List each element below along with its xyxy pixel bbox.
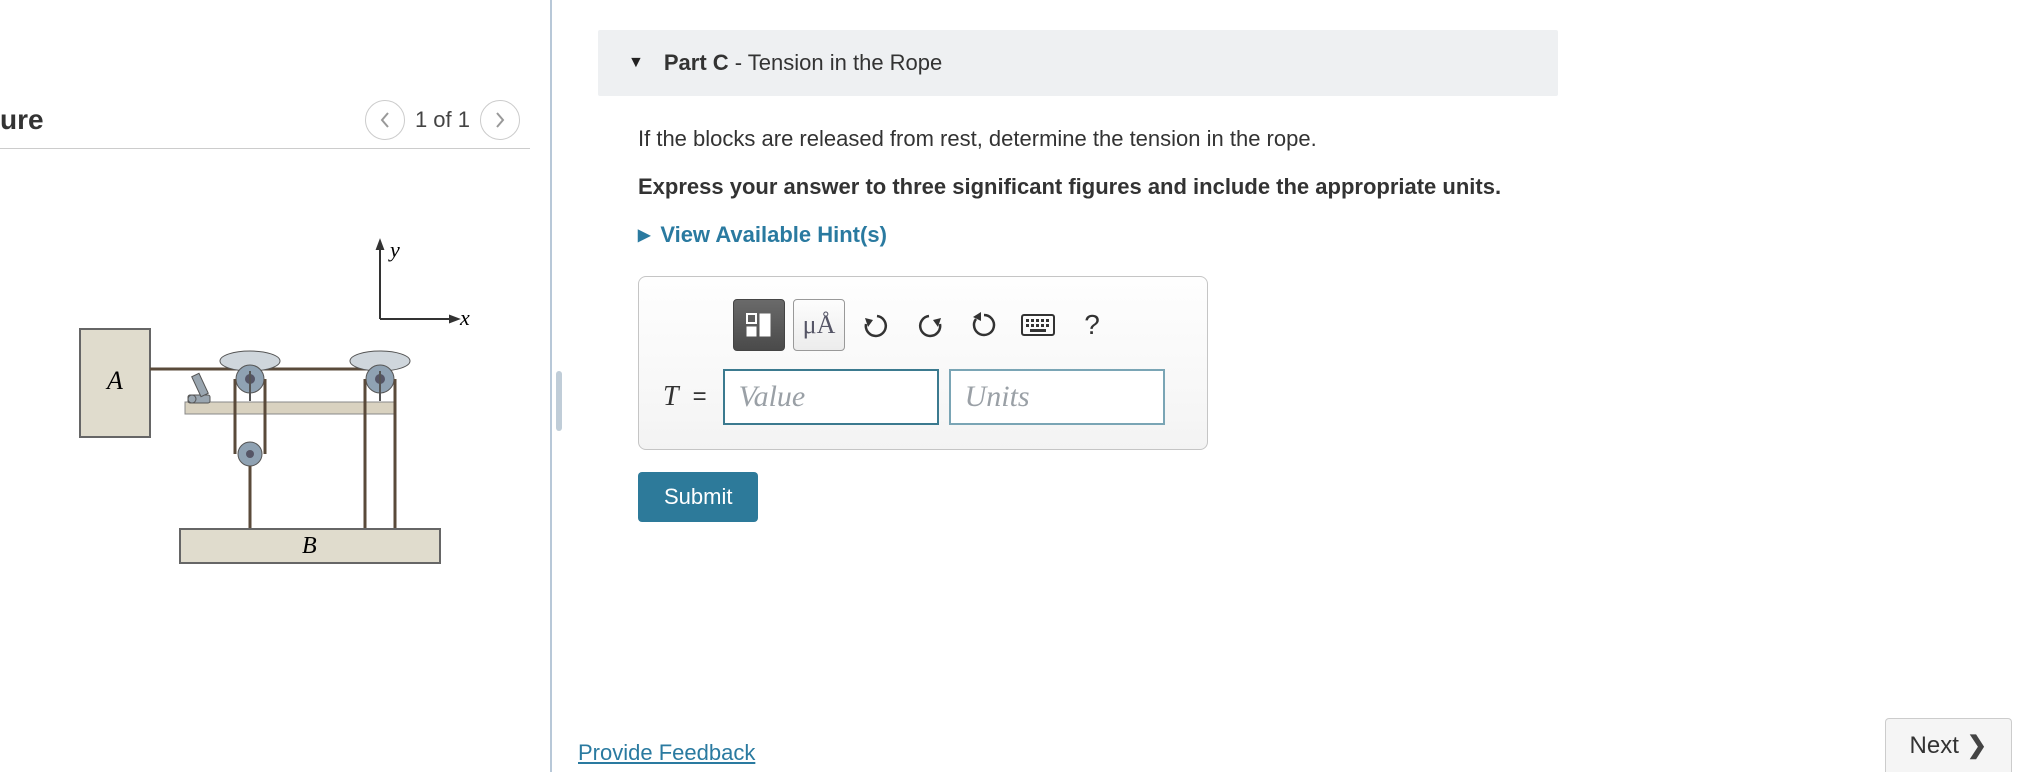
special-chars-icon: μÅ (803, 310, 836, 340)
special-chars-button[interactable]: μÅ (793, 299, 845, 351)
chevron-left-icon (378, 111, 392, 129)
part-label-sep: - (729, 50, 748, 75)
question-prompt: If the blocks are released from rest, de… (638, 126, 2012, 152)
keyboard-icon (1021, 314, 1055, 336)
view-hints-label: View Available Hint(s) (660, 222, 887, 248)
redo-button[interactable] (907, 299, 953, 351)
part-label-bold: Part C (664, 50, 729, 75)
answer-variable: T (663, 381, 679, 413)
answer-box: μÅ (638, 276, 1208, 450)
help-icon: ? (1084, 309, 1100, 341)
help-button[interactable]: ? (1069, 299, 1115, 351)
value-input[interactable]: Value (723, 369, 939, 425)
caret-right-icon: ▶ (638, 225, 650, 245)
redo-icon (915, 312, 945, 338)
pane-divider[interactable] (550, 0, 568, 772)
caret-down-icon: ▼ (628, 54, 644, 72)
figure-prev-button[interactable] (365, 100, 405, 140)
answer-instruction: Express your answer to three significant… (638, 174, 2012, 200)
axis-x-label: x (459, 305, 470, 330)
reset-icon (969, 310, 999, 340)
undo-icon (861, 312, 891, 338)
figure-next-button[interactable] (480, 100, 520, 140)
chevron-right-icon: ❯ (1967, 731, 1987, 760)
part-label-rest: Tension in the Rope (748, 50, 942, 75)
units-input[interactable]: Units (949, 369, 1165, 425)
next-label: Next (1910, 732, 1959, 760)
figure-diagram: y x A (60, 209, 480, 589)
view-hints-toggle[interactable]: ▶ View Available Hint(s) (638, 222, 2012, 248)
undo-button[interactable] (853, 299, 899, 351)
figure-page-count: 1 of 1 (415, 107, 470, 133)
answer-toolbar: μÅ (733, 299, 1183, 351)
block-a-label: A (105, 366, 123, 395)
axis-y-label: y (388, 237, 400, 262)
submit-button[interactable]: Submit (638, 472, 758, 522)
next-button[interactable]: Next ❯ (1885, 718, 2012, 772)
figure-title: ure (0, 104, 44, 136)
templates-icon (745, 312, 773, 338)
chevron-right-icon (493, 111, 507, 129)
templates-button[interactable] (733, 299, 785, 351)
provide-feedback-link[interactable]: Provide Feedback (578, 740, 755, 766)
answer-equals: = (693, 383, 707, 411)
reset-button[interactable] (961, 299, 1007, 351)
part-header[interactable]: ▼ Part C - Tension in the Rope (598, 30, 1558, 96)
block-b-label: B (302, 533, 317, 559)
keyboard-button[interactable] (1015, 299, 1061, 351)
